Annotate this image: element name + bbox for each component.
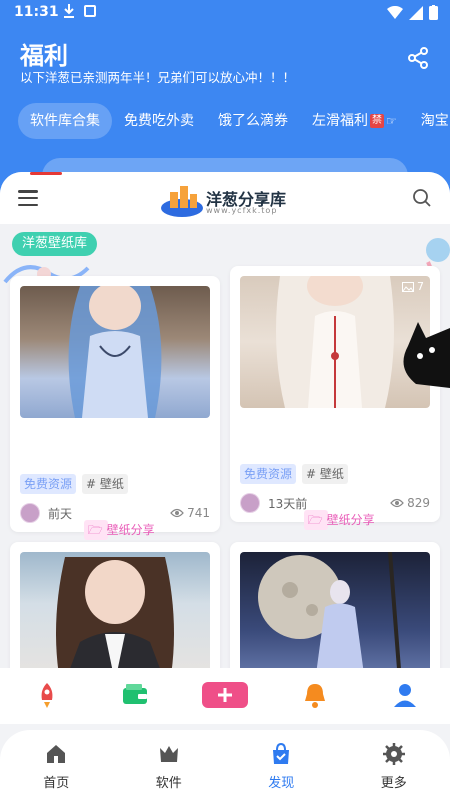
add-button[interactable] (202, 682, 248, 708)
tab-taobao[interactable]: 淘宝 (409, 103, 450, 139)
anime-girl-illustration (68, 286, 162, 418)
tag-list: 免费资源 🗁 壁纸分享 # 壁纸 (240, 464, 375, 530)
forbidden-badge: 禁 (370, 114, 384, 128)
wifi-icon (387, 5, 403, 19)
post-time: 13天前 (268, 496, 308, 511)
tag-list: 免费资源 🗁 壁纸分享 # 壁纸 (20, 474, 155, 540)
view-count: 829 (390, 496, 430, 510)
anime-girl-illustration (56, 557, 174, 672)
category-tabs: 软件库合集 免费吃外卖 饿了么滴券 左滑福利禁 ☞ 淘宝 (18, 102, 450, 140)
signal-icon (409, 5, 423, 20)
bell-icon[interactable] (300, 680, 330, 710)
plus-icon (218, 688, 232, 702)
pointing-hand-icon: ☞ (386, 114, 397, 128)
tag-wallpaper[interactable]: # 壁纸 (302, 464, 348, 484)
logo-mark-icon (161, 186, 203, 217)
tab-free-takeout[interactable]: 免费吃外卖 (112, 103, 206, 139)
wallpaper-card[interactable] (10, 542, 220, 672)
download-icon (64, 4, 74, 18)
accent-line (30, 172, 62, 175)
folder-icon: 🗁 (87, 523, 107, 537)
battery-icon (429, 5, 438, 20)
wallpaper-card[interactable] (230, 542, 440, 672)
card-meta: 13天前 829 (240, 492, 430, 514)
status-bar: 11:31 (0, 0, 450, 26)
avatar (240, 493, 260, 513)
bottom-nav: 首页 软件 发现 更多 (0, 730, 450, 800)
menu-icon[interactable] (18, 190, 38, 206)
folder-icon: 🗁 (307, 513, 327, 527)
wallet-icon[interactable] (120, 680, 150, 710)
eye-icon (390, 498, 404, 508)
wallpaper-image (20, 552, 210, 672)
photo-count: 7 (402, 280, 424, 293)
moon-girl-illustration (258, 552, 402, 672)
user-icon[interactable] (390, 680, 420, 710)
nav-discover[interactable]: 发现 (225, 730, 338, 800)
share-icon[interactable] (406, 46, 430, 70)
quick-actions (0, 668, 450, 724)
status-icons (387, 5, 438, 20)
wallpaper-card[interactable]: 7 免费资源 🗁 壁纸分享 # 壁纸 13天前 829 (230, 266, 440, 530)
tab-software-collection[interactable]: 软件库合集 (18, 103, 112, 139)
tag-free-resource[interactable]: 免费资源 (240, 464, 297, 484)
page-subtitle: 以下洋葱已亲测两年半！兄弟们可以放心冲！！！ (20, 70, 296, 85)
bag-icon (273, 742, 290, 764)
site-domain: www.ycfxk.top (206, 206, 278, 215)
rocket-icon[interactable] (32, 680, 62, 710)
nav-more[interactable]: 更多 (338, 730, 450, 800)
nav-software[interactable]: 软件 (113, 730, 226, 800)
tab-eleme-coupon[interactable]: 饿了么滴券 (206, 103, 300, 139)
gear-icon (382, 743, 405, 765)
tag-free-resource[interactable]: 免费资源 (20, 474, 77, 494)
tab-swipe-welfare[interactable]: 左滑福利禁 ☞ (300, 103, 409, 139)
post-time: 前天 (48, 506, 73, 521)
crown-icon (159, 746, 178, 762)
card-meta: 前天 741 (20, 502, 210, 524)
eye-icon (170, 508, 184, 518)
page-title: 福利 (20, 42, 68, 70)
wallpaper-card[interactable]: 免费资源 🗁 壁纸分享 # 壁纸 前天 741 (10, 276, 220, 540)
cat-mascot[interactable] (396, 318, 450, 388)
site-logo: 洋葱分享库 www.ycfxk.top (160, 180, 300, 220)
wallpaper-image (240, 552, 430, 672)
notification-icon (84, 5, 96, 17)
site-header: 洋葱分享库 www.ycfxk.top (0, 172, 450, 224)
nav-home[interactable]: 首页 (0, 730, 113, 800)
avatar (20, 503, 40, 523)
image-icon (402, 281, 414, 292)
content-panel: 洋葱分享库 www.ycfxk.top 洋葱壁纸库 免费资源 🗁 壁纸分享 # … (0, 172, 450, 672)
wallpaper-image (20, 286, 210, 418)
home-icon (47, 745, 66, 763)
view-count: 741 (170, 506, 210, 520)
status-time: 11:31 (14, 4, 59, 20)
bottom-bar: 首页 软件 发现 更多 (0, 724, 450, 800)
tag-wallpaper[interactable]: # 壁纸 (82, 474, 128, 494)
search-icon[interactable] (412, 188, 432, 208)
